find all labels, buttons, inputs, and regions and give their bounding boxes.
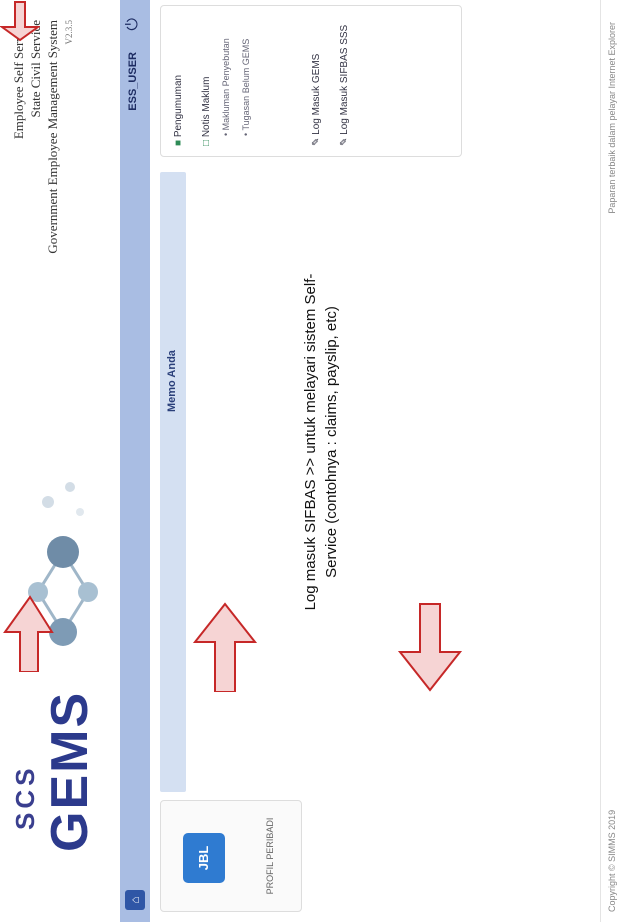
memo-title: Memo Anda (166, 350, 178, 412)
user-label: ESS_USER (127, 52, 139, 111)
link-log-masuk-gems[interactable]: ✎ Log Masuk GEMS (311, 54, 322, 146)
link-log-masuk-sifbas[interactable]: ✎ Log Masuk SIFBAS SSS (339, 25, 350, 146)
logo-scs: SCS (10, 764, 40, 830)
header-title-line3: Government Employee Management System (45, 20, 60, 254)
link-tugasan[interactable]: • Tugasan Belum GEMS (241, 39, 251, 136)
footer-note: Paparan terbaik dalam pelayar Internet E… (607, 22, 617, 214)
header-title-line2: State Civil Service (28, 20, 43, 118)
memo-bar: Memo Anda (160, 172, 186, 792)
profile-icon: JBL (183, 833, 225, 883)
link-pengumuman[interactable]: ■ Pengumuman (173, 75, 184, 146)
link-makluman-label: Makluman Penyebutan (221, 38, 231, 131)
link-gems-label: Log Masuk GEMS (311, 53, 322, 135)
link-sifbas-label: Log Masuk SIFBAS SSS (339, 24, 350, 135)
logo-gems: GEMS (41, 690, 99, 852)
footer: Copyright © SIMMS 2019 Paparan terbaik d… (600, 0, 623, 922)
footer-copyright: Copyright © SIMMS 2019 (607, 809, 617, 912)
arrow-middle-icon (192, 602, 258, 692)
page-rotated: SCS GEMS Employee Self Service State Civ… (0, 0, 627, 922)
header: SCS GEMS Employee Self Service State Civ… (0, 0, 120, 922)
navbar: ⌂ ESS_USER ⏻ (120, 0, 150, 922)
arrow-right-panel-icon (397, 603, 463, 692)
link-notis-label: Notis Maklum (201, 76, 212, 138)
profile-card[interactable]: JBL PROFIL PERIBADI (160, 800, 302, 912)
profile-label: PROFIL PERIBADI (265, 817, 275, 895)
link-makluman[interactable]: • Makluman Penyebutan (221, 38, 231, 136)
link-notis-maklum[interactable]: □ Notis Maklum (201, 77, 212, 146)
version-label: V2.3.5 (64, 20, 74, 45)
link-tugasan-label: Tugasan Belum GEMS (241, 38, 251, 131)
instruction-text: Log masuk SIFBAS >> untuk melayari siste… (302, 273, 340, 611)
logout-icon[interactable]: ⏻ (124, 18, 142, 31)
home-icon[interactable]: ⌂ (125, 890, 145, 910)
arrow-corner-icon (0, 1, 40, 42)
header-title-line1: Employee Self Service (11, 20, 26, 140)
link-pengumuman-label: Pengumuman (173, 74, 184, 138)
header-title-block: Employee Self Service State Civil Servic… (10, 20, 78, 254)
quick-links-panel: ■ Pengumuman □ Notis Maklum • Makluman P… (160, 5, 462, 157)
arrow-top-icon (3, 595, 54, 672)
